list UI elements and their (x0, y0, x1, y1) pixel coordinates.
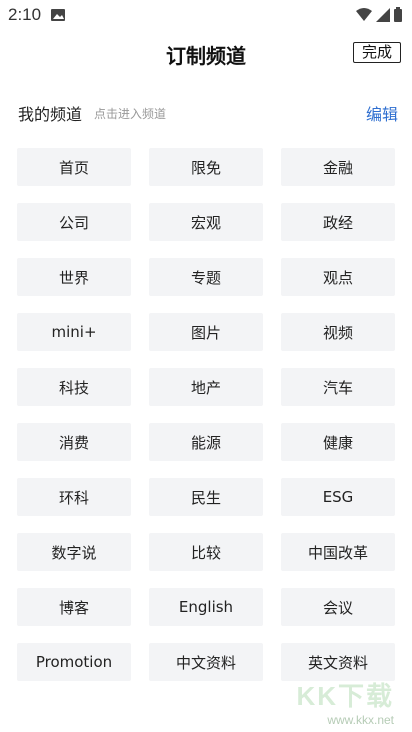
channel-chip[interactable]: 图片 (149, 313, 263, 351)
channel-chip[interactable]: 比较 (149, 533, 263, 571)
watermark: KK下载 www.kkx.net (274, 676, 394, 727)
channel-chip[interactable]: 消费 (17, 423, 131, 461)
channel-chip[interactable]: 数字说 (17, 533, 131, 571)
status-bar: 2:10 (0, 0, 412, 30)
channel-chip[interactable]: ESG (281, 478, 395, 516)
channel-chip[interactable]: 博客 (17, 588, 131, 626)
channel-chip[interactable]: 健康 (281, 423, 395, 461)
wifi-icon (356, 7, 372, 26)
page-title: 订制频道 (166, 44, 246, 68)
signal-icon (376, 7, 390, 26)
channel-chip[interactable]: 宏观 (149, 203, 263, 241)
channel-chip[interactable]: 专题 (149, 258, 263, 296)
channel-chip[interactable]: Promotion (17, 643, 131, 681)
channel-chip[interactable]: 观点 (281, 258, 395, 296)
channel-chip[interactable]: 首页 (17, 148, 131, 186)
my-channels-header: 我的频道 点击进入频道 编辑 (18, 100, 398, 126)
channel-grid: 首页 限免 金融 公司 宏观 政经 世界 专题 观点 mini+ 图片 视频 科… (17, 148, 395, 681)
channel-chip[interactable]: 公司 (17, 203, 131, 241)
channel-chip[interactable]: 中文资料 (149, 643, 263, 681)
channel-chip[interactable]: 地产 (149, 368, 263, 406)
channel-chip[interactable]: 会议 (281, 588, 395, 626)
status-time: 2:10 (8, 5, 42, 24)
watermark-logo: KK下载 (296, 681, 394, 711)
edit-button[interactable]: 编辑 (366, 101, 398, 125)
channel-chip[interactable]: 金融 (281, 148, 395, 186)
channel-chip[interactable]: 能源 (149, 423, 263, 461)
channel-chip[interactable]: 英文资料 (281, 643, 395, 681)
watermark-url: www.kkx.net (327, 713, 394, 727)
channel-chip[interactable]: 民生 (149, 478, 263, 516)
section-title: 我的频道 (18, 105, 83, 124)
header: 订制频道 完成 (0, 30, 412, 78)
channel-chip[interactable]: 视频 (281, 313, 395, 351)
section-hint: 点击进入频道 (94, 106, 167, 121)
channel-chip[interactable]: 环科 (17, 478, 131, 516)
channel-chip[interactable]: 科技 (17, 368, 131, 406)
channel-chip[interactable]: 中国改革 (281, 533, 395, 571)
done-button[interactable]: 完成 (353, 42, 401, 63)
channel-chip[interactable]: 政经 (281, 203, 395, 241)
channel-chip[interactable]: 汽车 (281, 368, 395, 406)
image-icon (51, 9, 66, 21)
channel-chip[interactable]: 世界 (17, 258, 131, 296)
channel-chip[interactable]: English (149, 588, 263, 626)
channel-chip[interactable]: 限免 (149, 148, 263, 186)
battery-icon (394, 7, 402, 26)
channel-chip[interactable]: mini+ (17, 313, 131, 351)
